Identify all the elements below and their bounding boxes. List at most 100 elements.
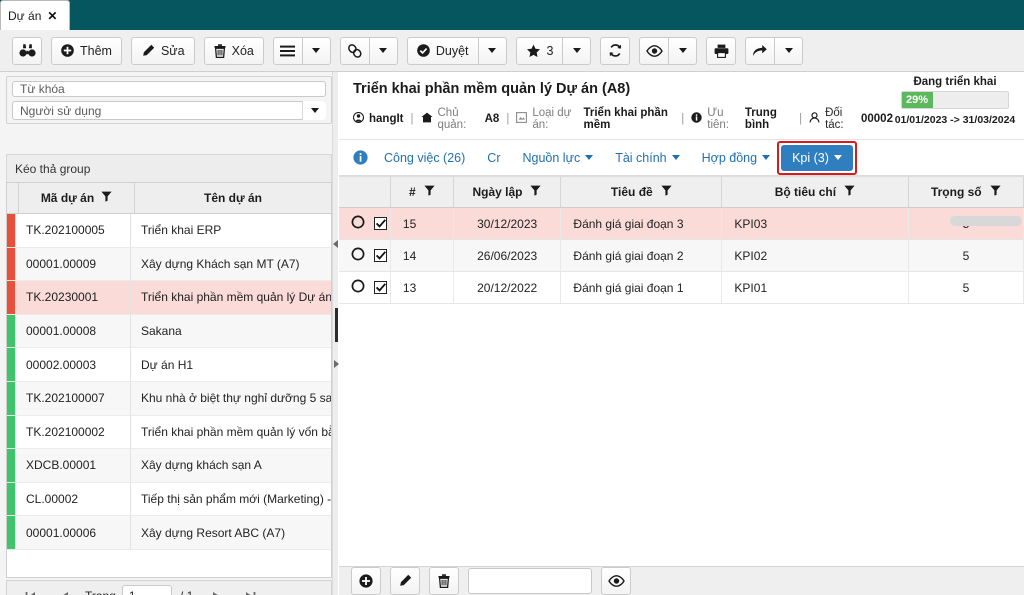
column-header-label: Trọng số [930,185,982,199]
keyword-input[interactable] [12,81,326,97]
refresh-button[interactable] [600,36,631,65]
project-row[interactable]: 00001.00009 Xây dựng Khách sạn MT (A7) [7,247,331,282]
user-combobox[interactable] [12,101,326,120]
row-checkbox[interactable] [374,249,387,262]
row-status-stripe [7,214,15,247]
table-row[interactable]: 1530/12/2023Đánh giá giai đoạn 3KPI035 [339,208,1024,240]
project-type-icon [516,111,528,127]
tab-kpi-3[interactable]: Kpi (3) [781,144,853,171]
tab-cr[interactable]: Cr [476,145,511,171]
status-circle-icon[interactable] [351,215,365,232]
view-split-button [639,36,698,65]
row-title-cell: Đánh giá giai đoạn 2 [561,240,723,271]
column-header-ten-du-an[interactable]: Tên dự án [135,183,331,213]
menu-split-button [272,36,331,65]
star-icon [526,44,541,58]
close-icon[interactable]: ✕ [47,10,57,22]
share-button[interactable] [745,36,776,65]
last-page-icon[interactable] [233,583,267,595]
kpi-delete-button[interactable] [429,567,459,595]
search-button[interactable] [12,36,42,65]
project-row[interactable]: 00001.00006 Xây dựng Resort ABC (A7) [7,516,331,550]
filter-icon[interactable] [101,191,112,205]
column-header-ma-du-an[interactable]: Mã dự án [19,183,135,213]
project-row[interactable]: XDCB.00001 Xây dựng khách sạn A [7,449,331,483]
panel-splitter[interactable] [332,72,339,595]
first-page-icon[interactable] [13,583,47,595]
user-dropdown-arrow[interactable] [302,101,326,120]
project-row[interactable]: TK.202100002 Triển khai phần mềm quản lý … [7,415,331,450]
link-dropdown-button[interactable] [369,36,398,65]
project-row[interactable]: TK.202100007 Khu nhà ở biệt thự nghỉ dưỡn… [7,381,331,416]
kpi-col-date[interactable]: Ngày lập [454,177,562,207]
row-checkbox[interactable] [374,281,387,294]
filter-icon[interactable] [530,185,542,199]
plus-circle-icon [359,574,373,588]
tab-label: Cr [487,150,501,165]
meta-priority-label: Ưu tiên: [707,107,730,131]
page-number-input[interactable] [121,585,172,595]
print-button[interactable] [706,36,737,65]
row-checkbox[interactable] [374,217,387,230]
horizontal-scrollbar[interactable] [950,216,1022,226]
project-row[interactable]: 00001.00008 Sakana [7,314,331,349]
kpi-edit-button[interactable] [390,567,420,595]
project-row[interactable]: TK.202100005 Triển khai ERP [7,214,331,248]
project-row[interactable]: 00002.00003 Dự án H1 [7,348,331,382]
project-row[interactable]: TK.20230001 Triển khai phần mềm quản lý D… [7,281,331,315]
tab-h-p-ng[interactable]: Hợp đồng [691,145,781,171]
chevron-down-icon [572,48,581,53]
filter-icon[interactable] [661,185,672,199]
kpi-col-weight[interactable]: Trọng số [909,177,1024,207]
delete-button[interactable]: Xóa [203,36,264,65]
kpi-add-button[interactable] [351,567,381,595]
table-row[interactable]: 14 26/06/2023 Đánh giá giai đoạn 2 KPI02 5 [339,240,1024,272]
project-name-cell: Khu nhà ở biệt thự nghỉ dưỡng 5 sao Luca [141,391,331,406]
approve-button[interactable]: Duyệt [406,36,479,65]
row-title-cell: Đánh giá giai đoạn 1 [561,272,723,303]
prev-page-icon[interactable] [47,583,81,595]
view-dropdown-button[interactable] [669,36,698,65]
star-button[interactable]: 3 [515,36,564,65]
add-button[interactable]: Thêm [51,36,122,65]
status-circle-icon[interactable] [351,247,365,264]
tab-ngu-n-l-c[interactable]: Nguồn lực [512,145,605,171]
kpi-col-number[interactable]: # [391,177,454,207]
splitter-grip[interactable] [335,308,338,342]
project-row[interactable]: CL.00002 Tiếp thị sản phẩm mới (Marketing… [7,482,331,517]
group-drop-zone[interactable]: Kéo thả group [6,154,332,182]
star-dropdown-button[interactable] [563,36,592,65]
filter-icon[interactable] [844,185,855,199]
chevron-down-icon [379,48,388,53]
document-tab-du-an[interactable]: Dự án ✕ [0,0,70,30]
edit-button-label: Sửa [160,43,185,58]
tab-t-i-ch-nh[interactable]: Tài chính [604,145,690,171]
tab-c-ng-vi-c-26[interactable]: Công việc (26) [373,145,476,171]
edit-button[interactable]: Sửa [130,36,195,65]
status-circle-icon[interactable] [351,279,365,296]
approve-dropdown-button[interactable] [478,36,507,65]
kpi-view-button[interactable] [601,567,631,595]
hamburger-menu-button[interactable] [272,36,303,65]
user-input[interactable] [12,101,326,120]
kpi-grid-body[interactable]: 1530/12/2023Đánh giá giai đoạn 3KPI03514… [339,208,1024,304]
chevron-down-icon [585,155,594,160]
kpi-col-criteria[interactable]: Bộ tiêu chí [722,177,909,207]
filter-icon[interactable] [990,185,1001,199]
project-grid-body[interactable]: TK.202100005 Triển khai ERP 00001.00009 Xây… [6,214,332,578]
meta-separator: | [681,113,685,125]
info-icon[interactable] [347,150,373,165]
trash-icon [438,574,450,588]
next-page-icon[interactable] [199,583,233,595]
row-number-cell: 15 [391,208,454,239]
kpi-footer-input[interactable] [468,568,592,594]
tab-label: Kpi (3) [792,150,829,165]
kpi-col-title[interactable]: Tiêu đề [561,177,723,207]
meta-owner-value: A8 [484,113,500,125]
table-row[interactable]: 13 20/12/2022 Đánh giá giai đoạn 1 KPI01 5 [339,272,1024,304]
view-button[interactable] [639,36,670,65]
link-button[interactable] [339,36,370,65]
filter-icon[interactable] [424,185,435,199]
share-dropdown-button[interactable] [775,36,804,65]
menu-dropdown-button[interactable] [302,36,331,65]
